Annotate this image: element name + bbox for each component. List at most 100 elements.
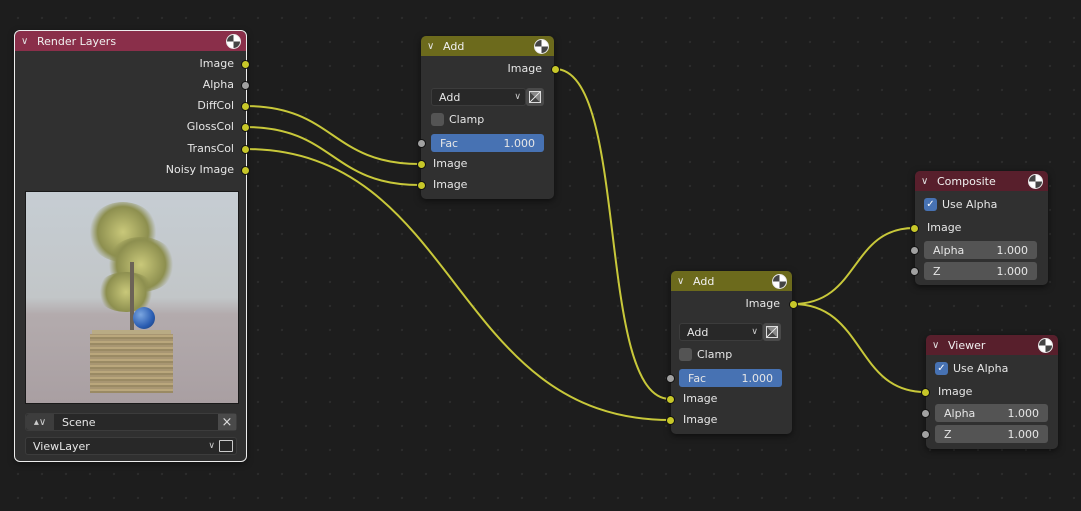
output-label-image: Image	[199, 57, 234, 70]
clamp-checkbox[interactable]: Clamp	[679, 346, 732, 362]
node-title: Add	[693, 274, 715, 288]
alpha-value: 1.000	[1007, 406, 1040, 420]
use-alpha-label: Use Alpha	[942, 197, 998, 211]
socket-in-alpha[interactable]	[921, 409, 930, 418]
node-title: Composite	[937, 174, 996, 188]
fac-value: 1.000	[503, 136, 536, 150]
view-layer-name: ViewLayer	[33, 439, 90, 453]
socket-in-image[interactable]	[910, 224, 919, 233]
output-label-transcol: TransCol	[187, 142, 234, 155]
output-label-alpha: Alpha	[202, 78, 234, 91]
clamp-label: Clamp	[449, 112, 485, 126]
socket-out-alpha[interactable]	[241, 81, 250, 90]
chevron-down-icon[interactable]: ∨	[21, 36, 35, 47]
add-node-2-header[interactable]: ∨ Add	[671, 271, 792, 291]
input-label-image-2: Image	[683, 413, 718, 426]
socket-in-z[interactable]	[921, 430, 930, 439]
z-field[interactable]: Z 1.000	[935, 425, 1048, 443]
use-alpha-label: Use Alpha	[953, 361, 1009, 375]
socket-in-image-1[interactable]	[417, 160, 426, 169]
checkmark-icon[interactable]: ✓	[935, 361, 948, 375]
use-alpha-checkbox[interactable]: ✓ Use Alpha	[924, 196, 997, 212]
link-add2-viewer	[792, 303, 926, 393]
alpha-field[interactable]: Alpha 1.000	[924, 241, 1037, 259]
scene-icon[interactable]: ▴∨	[26, 414, 54, 430]
output-label-diffcol: DiffCol	[197, 99, 234, 112]
socket-out-noisy-image[interactable]	[241, 166, 250, 175]
blend-mode-dropdown[interactable]: Add ∨	[431, 88, 526, 106]
checkbox-box[interactable]	[431, 112, 444, 126]
node-title: Add	[443, 39, 465, 53]
blend-mode-value: Add	[687, 325, 709, 339]
z-value: 1.000	[1007, 427, 1040, 441]
mix-add-node-2[interactable]: ∨ Add Image Add ∨ Clamp Fac 1.000 Image …	[671, 271, 792, 434]
clamp-checkbox[interactable]: Clamp	[431, 111, 484, 127]
view-layer-dropdown[interactable]: ViewLayer ∨	[25, 437, 237, 455]
node-title: Render Layers	[37, 34, 117, 48]
z-field[interactable]: Z 1.000	[924, 262, 1037, 280]
output-label-noisy-image: Noisy Image	[165, 163, 234, 176]
node-preview-icon[interactable]	[1038, 337, 1053, 353]
add-node-1-header[interactable]: ∨ Add	[421, 36, 554, 56]
chevron-down-icon[interactable]: ∨	[921, 176, 935, 187]
socket-out-image[interactable]	[241, 60, 250, 69]
chevron-down-icon[interactable]: ∨	[677, 276, 691, 287]
socket-out-diffcol[interactable]	[241, 102, 250, 111]
link-glosscol-add1	[244, 126, 421, 186]
output-label-image: Image	[507, 62, 542, 75]
socket-in-alpha[interactable]	[910, 246, 919, 255]
z-value: 1.000	[996, 264, 1029, 278]
viewer-header[interactable]: ∨ Viewer	[926, 335, 1058, 355]
mix-add-node-1[interactable]: ∨ Add Image Add ∨ Clamp Fac 1.000 Image …	[421, 36, 554, 199]
fac-value: 1.000	[741, 371, 774, 385]
alpha-value: 1.000	[996, 243, 1029, 257]
chevron-down-icon[interactable]: ∨	[932, 340, 946, 351]
blend-mode-value: Add	[439, 90, 461, 104]
link-diffcol-add1	[244, 105, 421, 165]
clamp-label: Clamp	[697, 347, 733, 361]
scene-selector[interactable]: ▴∨ Scene ×	[25, 413, 237, 431]
blend-mode-dropdown[interactable]: Add ∨	[679, 323, 763, 341]
node-preview-icon[interactable]	[1028, 173, 1043, 189]
chevron-down-icon[interactable]: ∨	[208, 441, 215, 451]
viewer-node[interactable]: ∨ Viewer ✓ Use Alpha Image Alpha 1.000 Z…	[926, 335, 1058, 449]
chevron-down-icon[interactable]: ∨	[427, 41, 441, 52]
node-preview-icon[interactable]	[226, 33, 241, 49]
node-title: Viewer	[948, 338, 986, 352]
input-label-image-1: Image	[433, 157, 468, 170]
socket-in-image[interactable]	[921, 388, 930, 397]
input-label-image: Image	[927, 221, 962, 234]
render-layers-header[interactable]: ∨ Render Layers	[15, 31, 246, 51]
socket-in-fac[interactable]	[666, 374, 675, 383]
socket-out-transcol[interactable]	[241, 145, 250, 154]
socket-out-glosscol[interactable]	[241, 123, 250, 132]
composite-node[interactable]: ∨ Composite ✓ Use Alpha Image Alpha 1.00…	[915, 171, 1048, 285]
node-preview-icon[interactable]	[772, 273, 787, 289]
render-layers-node[interactable]: ∨ Render Layers Image Alpha DiffCol Glos…	[14, 30, 247, 462]
use-alpha-checkbox[interactable]: ✓ Use Alpha	[935, 360, 1008, 376]
composite-header[interactable]: ∨ Composite	[915, 171, 1048, 191]
checkbox-box[interactable]	[679, 347, 692, 361]
node-preview-icon[interactable]	[534, 38, 549, 54]
close-icon[interactable]: ×	[218, 414, 236, 430]
render-preview-image	[25, 191, 239, 404]
fac-label: Fac	[688, 371, 707, 385]
alpha-label: Alpha	[944, 406, 976, 420]
color-picker-icon[interactable]	[763, 323, 781, 341]
fac-slider[interactable]: Fac 1.000	[431, 134, 544, 152]
socket-in-z[interactable]	[910, 267, 919, 276]
color-picker-icon[interactable]	[526, 88, 544, 106]
socket-in-image-2[interactable]	[417, 181, 426, 190]
chevron-down-icon: ∨	[514, 92, 521, 102]
socket-out-image[interactable]	[789, 300, 798, 309]
fac-slider[interactable]: Fac 1.000	[679, 369, 782, 387]
socket-out-image[interactable]	[551, 65, 560, 74]
checkmark-icon[interactable]: ✓	[924, 197, 937, 211]
scene-name: Scene	[62, 415, 96, 429]
socket-in-image-1[interactable]	[666, 395, 675, 404]
socket-in-image-2[interactable]	[666, 416, 675, 425]
browse-icon[interactable]	[219, 440, 233, 452]
alpha-field[interactable]: Alpha 1.000	[935, 404, 1048, 422]
socket-in-fac[interactable]	[417, 139, 426, 148]
z-label: Z	[933, 264, 941, 278]
